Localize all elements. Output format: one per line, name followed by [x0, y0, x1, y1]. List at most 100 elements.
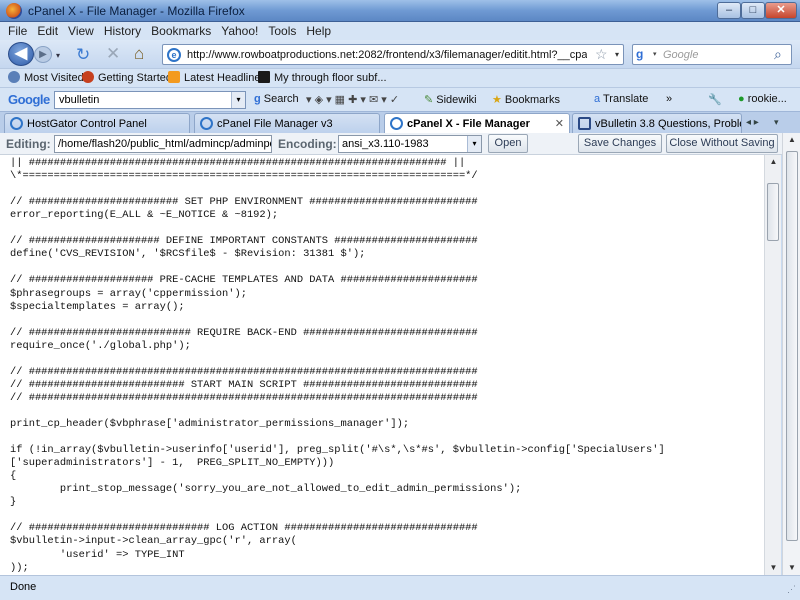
editing-label: Editing:	[6, 137, 51, 151]
search-icon[interactable]: ⌕	[774, 46, 782, 63]
menu-tools[interactable]: Tools	[263, 22, 301, 38]
page-scrollbar[interactable]: ▲ ▼	[782, 133, 800, 575]
editor-scrollbar[interactable]: ▲ ▼	[764, 155, 781, 575]
scroll-up-icon[interactable]: ▲	[765, 155, 782, 169]
firefox-small-icon	[82, 71, 94, 83]
google-query-dropdown-icon[interactable]: ▾	[231, 92, 245, 108]
back-button[interactable]: ◀	[8, 42, 34, 66]
code-line[interactable]: // ######################### START MAIN …	[10, 379, 478, 392]
code-line[interactable]: ));	[10, 562, 29, 575]
code-line[interactable]: $vbulletin->input->clean_array_gpc('r', …	[10, 535, 297, 548]
code-line[interactable]: $phrasegroups = array('cppermission');	[10, 288, 247, 301]
rss-icon	[168, 71, 180, 83]
close-without-saving-button[interactable]: Close Without Saving	[666, 134, 778, 153]
code-line[interactable]: ['superadministrators'] - 1, PREG_SPLIT_…	[10, 457, 334, 470]
sidewiki-button[interactable]: ✎ Sidewiki	[424, 93, 477, 106]
home-icon[interactable]: ⌂	[134, 44, 144, 64]
maximize-button[interactable]: □	[741, 2, 765, 19]
tab-list-dropdown-icon[interactable]: ▾	[774, 117, 779, 128]
page-scroll-thumb[interactable]	[786, 151, 798, 541]
tab-close-icon[interactable]: ✕	[555, 117, 564, 130]
page-scroll-up-icon[interactable]: ▲	[783, 133, 800, 147]
bookmark-latest-headlines[interactable]: Latest Headlines	[168, 71, 266, 84]
menu-view[interactable]: View	[63, 22, 99, 38]
tab-cpanel-x-file-manager[interactable]: cPanel X - File Manager ✕	[384, 113, 570, 135]
tab-scroll-arrows-icon[interactable]: ◂ ▸	[746, 117, 759, 128]
google-search-button[interactable]: g Search	[254, 93, 299, 105]
url-dropdown-icon[interactable]: ▾	[615, 50, 619, 59]
file-path-field[interactable]: /home/flash20/public_html/admincp/adminp…	[54, 135, 272, 153]
translate-button[interactable]: a Translate	[594, 93, 648, 105]
code-line[interactable]: print_cp_header($vbphrase['administrator…	[10, 418, 409, 431]
resize-grip-icon[interactable]: ⋰	[787, 584, 796, 595]
window-titlebar: cPanel X - File Manager - Mozilla Firefo…	[0, 0, 800, 22]
code-line[interactable]: || #####################################…	[10, 157, 465, 170]
firefox-icon	[6, 3, 22, 19]
menu-history[interactable]: History	[99, 22, 146, 38]
encoding-select[interactable]: ansi_x3.110-1983 ▾	[338, 135, 482, 153]
bookmark-star-icon[interactable]: ☆	[595, 46, 608, 63]
menu-file[interactable]: File	[0, 22, 32, 38]
engine-dropdown-icon[interactable]: ▾	[653, 50, 657, 58]
code-line[interactable]: // #################### PRE-CACHE TEMPLA…	[10, 274, 478, 287]
code-line[interactable]: {	[10, 470, 16, 483]
code-line[interactable]: print_stop_message('sorry_you_are_not_al…	[10, 483, 521, 496]
google-logo[interactable]: Google	[8, 92, 50, 107]
tab-favicon-icon	[10, 117, 23, 130]
encoding-label: Encoding:	[278, 137, 337, 151]
status-bar: Done ⋰	[0, 575, 800, 600]
google-search-input[interactable]: vbulletin ▾	[54, 91, 246, 109]
menu-yahoo[interactable]: Yahoo!	[216, 22, 263, 38]
google-toolbar-icons[interactable]: ▾ ◈ ▾ ▦ ✚ ▾ ✉ ▾ ✓	[306, 93, 399, 106]
menu-edit[interactable]: Edit	[32, 22, 63, 38]
code-line[interactable]: $specialtemplates = array();	[10, 301, 185, 314]
forward-button[interactable]: ▶	[34, 46, 52, 63]
google-engine-icon[interactable]: g	[636, 47, 654, 62]
bookmark-most-visited[interactable]: Most Visited	[8, 71, 84, 84]
more-chevron-icon[interactable]: »	[666, 93, 672, 105]
code-line[interactable]: // ############################# LOG ACT…	[10, 522, 478, 535]
history-dropdown-icon[interactable]: ▾	[56, 51, 66, 60]
open-button[interactable]: Open	[488, 134, 528, 153]
code-line[interactable]: require_once('./global.php');	[10, 340, 191, 353]
code-line[interactable]: // ######################## SET PHP ENVI…	[10, 196, 478, 209]
code-line[interactable]: if (!in_array($vbulletin->userinfo['user…	[10, 444, 665, 457]
tab-favicon-icon	[200, 117, 213, 130]
menu-help[interactable]: Help	[301, 22, 336, 38]
tab-vbulletin-questions[interactable]: vBulletin 3.8 Questions, Problem...	[572, 113, 742, 134]
menu-bookmarks[interactable]: Bookmarks	[146, 22, 216, 38]
scroll-down-icon[interactable]: ▼	[765, 561, 782, 575]
code-line[interactable]: \*======================================…	[10, 170, 478, 183]
bookmarks-toolbar: Most Visited Getting Started Latest Head…	[0, 68, 800, 87]
google-bookmarks-button[interactable]: ★ Bookmarks	[492, 93, 560, 106]
close-window-button[interactable]: ✕	[765, 2, 797, 19]
bookmark-getting-started[interactable]: Getting Started	[82, 71, 172, 84]
reload-icon[interactable]: ↻	[76, 45, 90, 65]
search-bar[interactable]: g ▾ Google ⌕	[632, 44, 792, 65]
encoding-dropdown-icon[interactable]: ▾	[467, 136, 481, 152]
tab-hostgator[interactable]: HostGator Control Panel	[4, 113, 190, 134]
save-changes-button[interactable]: Save Changes	[578, 134, 662, 153]
code-line[interactable]: // ##################### DEFINE IMPORTAN…	[10, 235, 478, 248]
stop-icon[interactable]: ✕	[106, 44, 120, 64]
google-account-button[interactable]: ● rookie...	[738, 93, 787, 105]
google-query[interactable]: vbulletin	[59, 94, 99, 106]
code-line[interactable]: // ########################## REQUIRE BA…	[10, 327, 478, 340]
code-editor[interactable]: || #####################################…	[0, 155, 764, 575]
url-text[interactable]: http://www.rowboatproductions.net:2082/f…	[187, 49, 587, 61]
code-line[interactable]: 'userid' => TYPE_INT	[10, 549, 185, 562]
code-line[interactable]: // #####################################…	[10, 366, 478, 379]
code-line[interactable]: define('CVS_REVISION', '$RCSfile$ - $Rev…	[10, 248, 365, 261]
scroll-thumb[interactable]	[767, 183, 779, 241]
page-scroll-down-icon[interactable]: ▼	[783, 561, 800, 575]
wrench-icon[interactable]: 🔧	[708, 93, 722, 106]
code-line[interactable]: // #####################################…	[10, 392, 478, 405]
address-bar[interactable]: e http://www.rowboatproductions.net:2082…	[162, 44, 624, 65]
code-line[interactable]: error_reporting(E_ALL & ~E_NOTICE & ~819…	[10, 209, 278, 222]
bookmark-my-through-floor[interactable]: My through floor subf...	[258, 71, 387, 84]
code-line[interactable]: }	[10, 496, 16, 509]
window-title: cPanel X - File Manager - Mozilla Firefo…	[28, 4, 245, 18]
minimize-button[interactable]: –	[717, 2, 741, 19]
tab-cpanel-file-manager-v3[interactable]: cPanel File Manager v3	[194, 113, 380, 134]
search-placeholder[interactable]: Google	[663, 49, 698, 61]
